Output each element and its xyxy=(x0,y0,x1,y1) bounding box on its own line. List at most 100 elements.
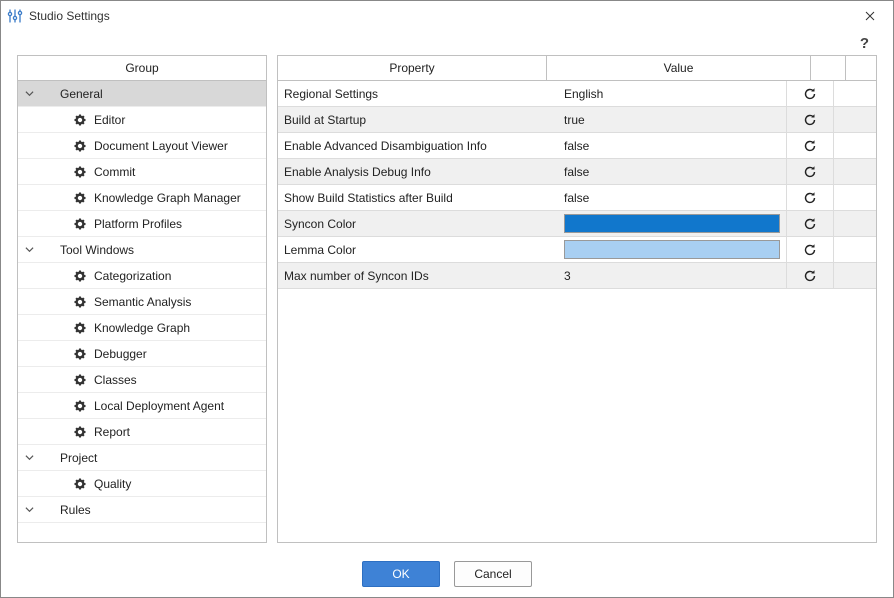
reset-icon[interactable] xyxy=(802,86,818,102)
property-value-cell[interactable]: English xyxy=(558,81,786,106)
titlebar: Studio Settings xyxy=(1,1,893,31)
gear-icon xyxy=(72,138,88,154)
gear-icon xyxy=(72,320,88,336)
tree-item-label: Local Deployment Agent xyxy=(94,399,224,413)
property-table-panel: Property Value Regional SettingsEnglishB… xyxy=(277,55,877,543)
reset-icon[interactable] xyxy=(802,164,818,180)
property-row: Enable Advanced Disambiguation Infofalse xyxy=(278,133,876,159)
property-value-cell[interactable]: false xyxy=(558,159,786,184)
close-button[interactable] xyxy=(853,1,887,31)
gear-icon xyxy=(72,164,88,180)
group-tree[interactable]: General Editor Document Layout Viewer Commi… xyxy=(18,81,266,542)
ok-button[interactable]: OK xyxy=(362,561,440,587)
property-value-cell[interactable]: 3 xyxy=(558,263,786,288)
help-button[interactable]: ? xyxy=(860,35,869,52)
color-swatch[interactable] xyxy=(564,214,780,233)
tree-child-item[interactable]: Commit xyxy=(18,159,266,185)
property-extra-cell xyxy=(833,263,876,288)
property-row: Enable Analysis Debug Infofalse xyxy=(278,159,876,185)
tree-item-label: Semantic Analysis xyxy=(94,295,191,309)
chevron-down-icon[interactable] xyxy=(20,449,38,467)
reset-icon[interactable] xyxy=(802,138,818,154)
property-table-body: Regional SettingsEnglishBuild at Startup… xyxy=(278,81,876,542)
tree-item-label: Knowledge Graph xyxy=(94,321,190,335)
reset-icon[interactable] xyxy=(802,268,818,284)
tree-item-label: Editor xyxy=(94,113,125,127)
gear-icon xyxy=(72,346,88,362)
dialog-footer: OK Cancel xyxy=(1,551,893,597)
property-extra-cell xyxy=(833,211,876,236)
tree-item-label: Report xyxy=(94,425,130,439)
property-table-header: Property Value xyxy=(278,56,876,81)
chevron-down-icon[interactable] xyxy=(20,241,38,259)
property-extra-cell xyxy=(833,159,876,184)
col-header-reset xyxy=(811,56,846,80)
tree-item-label: Categorization xyxy=(94,269,171,283)
property-name-cell: Regional Settings xyxy=(278,81,558,106)
property-extra-cell xyxy=(833,185,876,210)
property-value-cell[interactable] xyxy=(558,237,786,262)
group-tree-header: Group xyxy=(18,56,266,81)
tree-item-label: Document Layout Viewer xyxy=(94,139,228,153)
reset-icon[interactable] xyxy=(802,190,818,206)
property-row: Build at Startuptrue xyxy=(278,107,876,133)
tree-item-label: General xyxy=(60,87,103,101)
tree-item-label: Project xyxy=(60,451,97,465)
property-value-cell[interactable]: true xyxy=(558,107,786,132)
tree-item-label: Rules xyxy=(60,503,91,517)
group-tree-panel: Group General Editor Document Layout Viewe… xyxy=(17,55,267,543)
property-value-cell[interactable] xyxy=(558,211,786,236)
tree-group-item[interactable]: Rules xyxy=(18,497,266,523)
property-value-cell[interactable]: false xyxy=(558,133,786,158)
property-value-cell[interactable]: false xyxy=(558,185,786,210)
property-row: Show Build Statistics after Buildfalse xyxy=(278,185,876,211)
gear-icon xyxy=(72,372,88,388)
tree-child-item[interactable]: Quality xyxy=(18,471,266,497)
tree-item-label: Knowledge Graph Manager xyxy=(94,191,241,205)
tree-item-label: Tool Windows xyxy=(60,243,134,257)
property-row: Regional SettingsEnglish xyxy=(278,81,876,107)
tree-child-item[interactable]: Categorization xyxy=(18,263,266,289)
window-title: Studio Settings xyxy=(29,9,110,23)
gear-icon xyxy=(72,424,88,440)
tree-child-item[interactable]: Knowledge Graph Manager xyxy=(18,185,266,211)
chevron-down-icon[interactable] xyxy=(20,85,38,103)
tree-child-item[interactable]: Debugger xyxy=(18,341,266,367)
property-row: Syncon Color xyxy=(278,211,876,237)
tree-child-item[interactable]: Editor xyxy=(18,107,266,133)
tree-child-item[interactable]: Semantic Analysis xyxy=(18,289,266,315)
tree-item-label: Platform Profiles xyxy=(94,217,182,231)
col-header-property: Property xyxy=(278,56,547,80)
tree-child-item[interactable]: Report xyxy=(18,419,266,445)
tree-child-item[interactable]: Document Layout Viewer xyxy=(18,133,266,159)
reset-icon[interactable] xyxy=(802,216,818,232)
gear-icon xyxy=(72,268,88,284)
property-name-cell: Enable Analysis Debug Info xyxy=(278,159,558,184)
tree-child-item[interactable]: Local Deployment Agent xyxy=(18,393,266,419)
property-row: Max number of Syncon IDs3 xyxy=(278,263,876,289)
tree-group-item[interactable]: Tool Windows xyxy=(18,237,266,263)
property-name-cell: Build at Startup xyxy=(278,107,558,132)
cancel-button[interactable]: Cancel xyxy=(454,561,532,587)
gear-icon xyxy=(72,216,88,232)
app-icon xyxy=(7,8,23,24)
tree-group-item[interactable]: Project xyxy=(18,445,266,471)
reset-icon[interactable] xyxy=(802,112,818,128)
color-swatch[interactable] xyxy=(564,240,780,259)
reset-icon[interactable] xyxy=(802,242,818,258)
property-extra-cell xyxy=(833,107,876,132)
chevron-down-icon[interactable] xyxy=(20,501,38,519)
tree-group-item[interactable]: General xyxy=(18,81,266,107)
tree-child-item[interactable]: Knowledge Graph xyxy=(18,315,266,341)
property-name-cell: Syncon Color xyxy=(278,211,558,236)
property-row: Lemma Color xyxy=(278,237,876,263)
gear-icon xyxy=(72,112,88,128)
tree-item-label: Debugger xyxy=(94,347,147,361)
tree-child-item[interactable]: Platform Profiles xyxy=(18,211,266,237)
property-name-cell: Lemma Color xyxy=(278,237,558,262)
gear-icon xyxy=(72,476,88,492)
tree-child-item[interactable]: Classes xyxy=(18,367,266,393)
col-header-extra xyxy=(846,56,876,80)
property-name-cell: Max number of Syncon IDs xyxy=(278,263,558,288)
gear-icon xyxy=(72,190,88,206)
